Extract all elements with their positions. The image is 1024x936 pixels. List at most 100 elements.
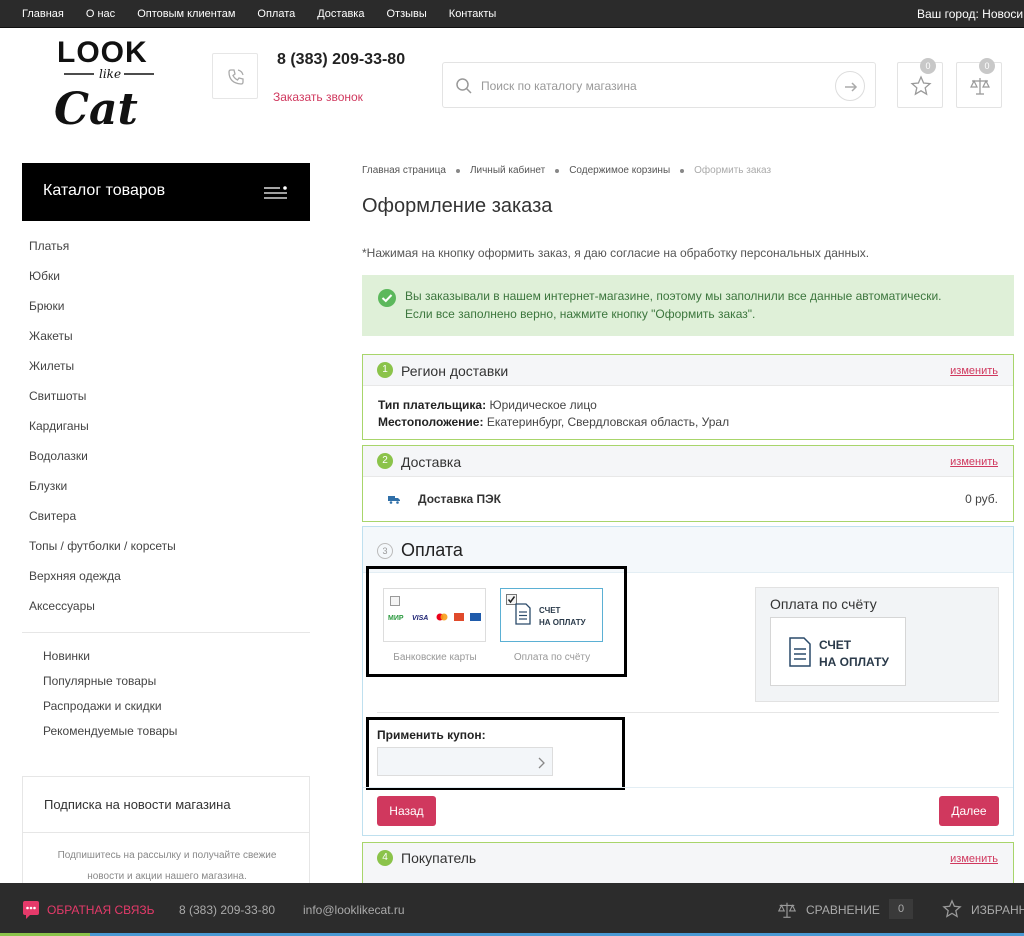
step-number-badge: 2 <box>377 453 393 469</box>
sidebar-divider <box>22 632 310 633</box>
top-nav-reviews[interactable]: Отзывы <box>386 8 426 20</box>
back-button[interactable]: Назад <box>377 796 436 826</box>
category-list: Платья Юбки Брюки Жакеты Жилеты Свитшоты… <box>29 233 176 623</box>
top-nav-contacts[interactable]: Контакты <box>449 8 497 20</box>
coupon-divider <box>377 712 999 713</box>
truck-icon <box>388 496 400 504</box>
autofill-alert: Вы заказывали в нашем интернет-магазине,… <box>362 275 1014 336</box>
breadcrumb-separator <box>680 168 685 173</box>
category-item[interactable]: Жакеты <box>29 323 176 353</box>
top-nav-delivery[interactable]: Доставка <box>317 8 364 20</box>
category-item[interactable]: Верхняя одежда <box>29 563 176 593</box>
region-change-link[interactable]: изменить <box>950 365 998 377</box>
step-number-badge: 1 <box>377 362 393 378</box>
menu-icon <box>264 186 287 199</box>
top-nav-about[interactable]: О нас <box>86 8 115 20</box>
feedback-button[interactable]: ОБРАТНАЯ СВЯЗЬ <box>22 900 155 923</box>
breadcrumb-item[interactable]: Личный кабинет <box>470 165 545 176</box>
favorites-button[interactable]: 0 <box>897 58 943 108</box>
top-nav-wholesale[interactable]: Оптовым клиентам <box>137 8 235 20</box>
selected-payment-card: СЧЕТ НА ОПЛАТУ <box>770 617 906 686</box>
document-icon <box>789 637 811 667</box>
site-logo[interactable]: LOOK like Cat <box>52 36 170 135</box>
payer-type-label: Тип плательщика: <box>378 398 487 412</box>
search-submit-button[interactable] <box>835 71 865 101</box>
star-icon <box>942 899 962 918</box>
category-item[interactable]: Платья <box>29 233 176 263</box>
top-nav-home[interactable]: Главная <box>22 8 64 20</box>
feedback-label: ОБРАТНАЯ СВЯЗЬ <box>47 903 155 917</box>
coupon-highlight <box>366 717 625 790</box>
featured-item[interactable]: Популярные товары <box>43 670 177 695</box>
favorites-count-badge: 0 <box>920 58 936 74</box>
delivery-change-link[interactable]: изменить <box>950 456 998 468</box>
location-value: Екатеринбург, Свердловская область, Урал <box>486 415 730 429</box>
top-nav-payment[interactable]: Оплата <box>257 8 295 20</box>
subscribe-box: Подписка на новости магазина Подпишитесь… <box>22 776 310 896</box>
footer-compare-label: СРАВНЕНИЕ <box>806 903 880 917</box>
delivery-price: 0 руб. <box>965 492 998 506</box>
search-icon <box>456 78 472 94</box>
callback-link[interactable]: Заказать звонок <box>273 90 363 104</box>
category-item[interactable]: Брюки <box>29 293 176 323</box>
selected-payment-box: Оплата по счёту СЧЕТ НА ОПЛАТУ <box>755 587 999 702</box>
payment-options-highlight <box>366 566 627 677</box>
city-selector[interactable]: Ваш город: Новоси <box>917 0 1023 28</box>
category-item[interactable]: Кардиганы <box>29 413 176 443</box>
header-phone[interactable]: 8 (383) 209-33-80 <box>277 51 405 69</box>
top-bar: Главная О нас Оптовым клиентам Оплата До… <box>0 0 1024 28</box>
category-item[interactable]: Свитера <box>29 503 176 533</box>
breadcrumb-item[interactable]: Содержимое корзины <box>569 165 670 176</box>
svg-text:Cat: Cat <box>54 84 138 132</box>
search-box[interactable]: Поиск по каталогу магазина <box>442 62 876 108</box>
featured-item[interactable]: Рекомендуемые товары <box>43 720 177 745</box>
selected-payment-text: СЧЕТ НА ОПЛАТУ <box>819 637 889 671</box>
footer-email[interactable]: info@looklikecat.ru <box>303 903 405 917</box>
catalog-header[interactable]: Каталог товаров <box>22 163 310 221</box>
compare-count-badge: 0 <box>979 58 995 74</box>
search-input[interactable]: Поиск по каталогу магазина <box>481 79 637 93</box>
chat-icon <box>23 901 39 919</box>
compare-button[interactable]: 0 <box>956 58 1002 108</box>
buttons-divider <box>363 787 1013 788</box>
alert-line: Вы заказывали в нашем интернет-магазине,… <box>405 289 942 303</box>
footer-compare-count: 0 <box>889 899 913 919</box>
region-panel: 1 Регион доставки изменить Тип плательщи… <box>362 354 1014 440</box>
arrow-right-icon <box>845 82 858 92</box>
footer-favorites-label: ИЗБРАНН <box>971 903 1024 917</box>
svg-text:like: like <box>99 67 121 81</box>
buyer-panel: 4 Покупатель изменить <box>362 842 1014 883</box>
featured-item[interactable]: Новинки <box>43 645 177 670</box>
category-item[interactable]: Водолазки <box>29 443 176 473</box>
step-number-badge: 4 <box>377 850 393 866</box>
phone-icon-box[interactable] <box>212 53 258 99</box>
breadcrumb-current: Оформить заказ <box>694 165 772 176</box>
footer-phone[interactable]: 8 (383) 209-33-80 <box>179 903 275 917</box>
payer-type-value: Юридическое лицо <box>489 398 597 412</box>
breadcrumb-separator <box>455 168 460 173</box>
category-item[interactable]: Аксессуары <box>29 593 176 623</box>
selected-payment-line: СЧЕТ <box>819 638 852 652</box>
footer-favorites[interactable]: ИЗБРАНН <box>942 899 1024 922</box>
step-number-badge: 3 <box>377 543 393 559</box>
region-header: 1 Регион доставки изменить <box>363 355 1013 386</box>
category-item[interactable]: Блузки <box>29 473 176 503</box>
delivery-title: Доставка <box>401 454 462 470</box>
subscribe-title: Подписка на новости магазина <box>44 797 231 812</box>
footer-compare[interactable]: СРАВНЕНИЕ <box>777 900 880 923</box>
star-icon <box>910 75 932 96</box>
featured-item[interactable]: Распродажи и скидки <box>43 695 177 720</box>
scales-icon <box>777 902 797 918</box>
subscribe-divider <box>23 832 309 833</box>
category-item[interactable]: Юбки <box>29 263 176 293</box>
breadcrumb-item[interactable]: Главная страница <box>362 165 446 176</box>
next-button[interactable]: Далее <box>939 796 999 826</box>
category-item[interactable]: Топы / футболки / корсеты <box>29 533 176 563</box>
category-item[interactable]: Свитшоты <box>29 383 176 413</box>
alert-line: Если все заполнено верно, нажмите кнопку… <box>405 307 756 321</box>
alert-text: Вы заказывали в нашем интернет-магазине,… <box>405 287 942 323</box>
location-label: Местоположение: <box>378 415 484 429</box>
buyer-change-link[interactable]: изменить <box>950 853 998 865</box>
footer-bar: ОБРАТНАЯ СВЯЗЬ 8 (383) 209-33-80 info@lo… <box>0 883 1024 936</box>
category-item[interactable]: Жилеты <box>29 353 176 383</box>
